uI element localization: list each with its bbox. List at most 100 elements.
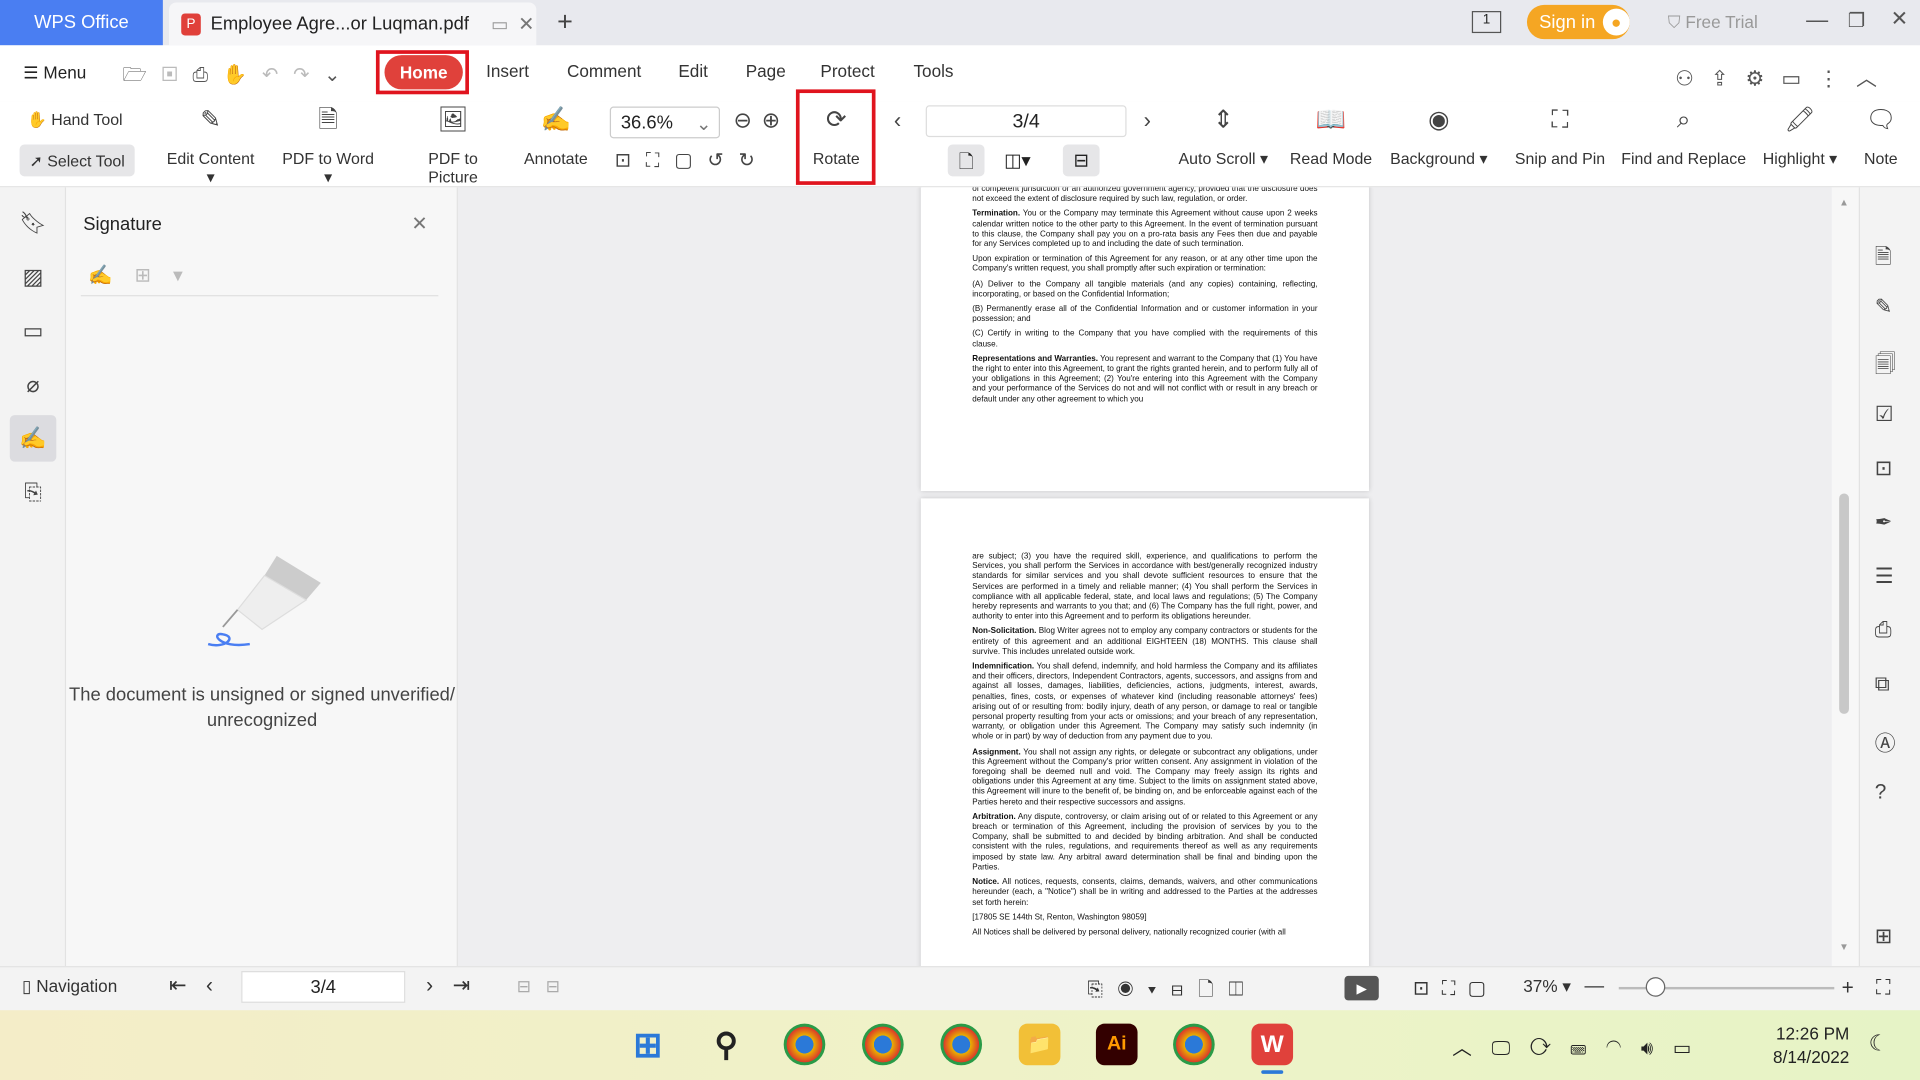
prev-page-icon[interactable]: ‹ [206, 973, 233, 996]
forward-icon[interactable]: ⊟ [546, 976, 575, 996]
fullscreen-icon[interactable]: ⛶ [1876, 976, 1891, 1000]
chrome-icon[interactable] [940, 1023, 983, 1066]
pdf-to-word-button[interactable]: 🗎 PDF to Word ▾ [277, 105, 380, 187]
zoom-out-icon[interactable]: ⊖ [733, 108, 761, 132]
close-window-button[interactable]: ✕ [1891, 7, 1908, 31]
tab-comment[interactable]: Comment [567, 61, 641, 81]
wps-office-icon[interactable]: W [1251, 1023, 1294, 1066]
battery-icon[interactable]: ▭ [1673, 1038, 1711, 1059]
search-text-icon[interactable]: Ⓐ [1875, 726, 1896, 757]
fit-width-icon[interactable]: ▢ [1468, 978, 1499, 999]
outline-icon[interactable]: ☰ [1875, 564, 1894, 588]
tab-wps-office[interactable]: WPS Office [0, 0, 163, 46]
tab-edit[interactable]: Edit [678, 61, 708, 81]
read-mode-button[interactable]: 📖 Read Mode [1288, 105, 1374, 168]
highlight-button[interactable]: 🖍 Highlight ▾ [1758, 105, 1841, 169]
moon-icon[interactable]: ☾ [1869, 1031, 1889, 1057]
note-button[interactable]: 🗨 Note [1856, 105, 1905, 168]
prev-page-icon[interactable]: ‹ [894, 108, 901, 134]
edit-icon[interactable]: ✎ [1875, 295, 1892, 319]
continuous-icon[interactable]: ⊟ [1171, 980, 1198, 1001]
grid-icon[interactable]: ⊞▾ [135, 266, 205, 287]
zoom-in-button[interactable]: + [1842, 976, 1854, 1000]
thumbnail-icon[interactable]: ▨ [10, 253, 57, 300]
clock[interactable]: 12:26 PM 8/14/2022 [1773, 1022, 1849, 1069]
actual-size-icon[interactable]: ⊡ [1413, 978, 1442, 999]
chevron-up-icon[interactable]: ︿ [1452, 1038, 1491, 1059]
single-page-icon[interactable]: 🗋 [947, 144, 985, 177]
tab-home[interactable]: Home [384, 55, 463, 90]
fit-page-icon[interactable]: ⛶ [646, 151, 674, 172]
export-icon[interactable]: ⇪ [1711, 67, 1746, 90]
background-button[interactable]: ◉ Background ▾ [1386, 105, 1491, 169]
save-icon[interactable]: ▣ [161, 65, 192, 86]
next-page-icon[interactable]: › [1144, 108, 1151, 134]
fit-width-icon[interactable]: ▢ [674, 151, 707, 172]
new-tab-button[interactable]: + [557, 6, 573, 38]
attachment-icon[interactable]: ⌀ [10, 361, 57, 408]
print-icon[interactable]: ⎙ [192, 65, 222, 86]
document-icon[interactable]: 🗎 [1875, 241, 1892, 277]
zoom-in-icon[interactable]: ⊕ [762, 108, 790, 132]
compare-icon[interactable]: ⧉ [1875, 672, 1890, 696]
fit-page-icon[interactable]: ⛶ [1442, 978, 1468, 999]
last-page-icon[interactable]: ⇥ [453, 973, 490, 996]
navigation-button[interactable]: ▯ Navigation [22, 976, 117, 997]
rotate-right-icon[interactable]: ↻ [739, 151, 770, 172]
rotate-left-icon[interactable]: ↺ [707, 151, 738, 172]
close-panel-icon[interactable]: ✕ [411, 212, 427, 236]
help-icon[interactable]: ? [1875, 780, 1887, 804]
chrome-icon[interactable] [862, 1023, 904, 1066]
auto-scroll-button[interactable]: ⇕ Auto Scroll ▾ [1176, 105, 1272, 169]
menu-button[interactable]: ☰ Menu [23, 62, 86, 83]
annotate-button[interactable]: ✍ Annotate [519, 105, 592, 168]
tab-document[interactable]: P Employee Agre...or Luqman.pdf ▭ ✕ [168, 2, 537, 46]
scrollbar-thumb[interactable] [1839, 493, 1849, 714]
zoom-slider-handle[interactable] [1645, 977, 1666, 997]
pen-icon[interactable]: ✒ [1875, 511, 1892, 535]
status-zoom-select[interactable]: 37% ▾ [1523, 976, 1571, 997]
play-icon[interactable]: ▶ [1344, 975, 1379, 1001]
two-page-icon[interactable]: ◫ [1228, 980, 1258, 1001]
sign-icon[interactable]: ✍ [88, 266, 134, 287]
collapse-icon[interactable]: ︿ [1856, 67, 1894, 90]
wifi-icon[interactable]: ◠ [1606, 1038, 1641, 1059]
chat-icon[interactable]: ▭ [1781, 67, 1818, 90]
free-trial-button[interactable]: ⛉ Free Trial [1668, 12, 1758, 33]
checklist-icon[interactable]: ☑ [1875, 403, 1894, 427]
eye-icon[interactable]: ◉▾ [1118, 980, 1171, 1001]
tab-insert[interactable]: Insert [486, 61, 529, 81]
close-tab-icon[interactable]: ✕ [518, 12, 534, 36]
continuous-icon[interactable]: ⊟ [1062, 144, 1100, 177]
monitor-icon[interactable]: 🖵 [1491, 1038, 1529, 1059]
ocr-icon[interactable]: ⊡ [1875, 457, 1892, 481]
tab-tools[interactable]: Tools [913, 61, 953, 81]
more-icon[interactable]: ⋮ [1818, 67, 1856, 90]
zoom-select[interactable]: 36.6% ⌄ [609, 106, 721, 139]
export-icon[interactable]: ⎘ [1087, 980, 1117, 1001]
tab-protect[interactable]: Protect [820, 61, 874, 81]
chrome-icon[interactable] [783, 1023, 826, 1066]
rotate-button[interactable]: ⟳ Rotate [802, 105, 871, 168]
illustrator-icon[interactable]: Ai [1095, 1023, 1138, 1066]
search-icon[interactable]: ⚲ [705, 1024, 747, 1066]
edit-content-button[interactable]: ✎ Edit Content ▾ [162, 105, 260, 187]
page-input[interactable]: 3/4 [925, 105, 1127, 138]
tab-page[interactable]: Page [746, 61, 786, 81]
sync-icon[interactable]: ⟳ [1530, 1038, 1571, 1059]
status-page-input[interactable]: 3/4 [241, 971, 406, 1003]
actual-size-icon[interactable]: ⊡ [615, 151, 646, 172]
hand-tool-button[interactable]: ✋ Hand Tool [27, 110, 123, 130]
minimize-button[interactable]: — [1806, 7, 1828, 33]
windows-start-icon[interactable]: ⊞ [627, 1024, 669, 1066]
window-count-badge[interactable]: 1 [1471, 11, 1502, 34]
comment-icon[interactable]: ▭ [10, 307, 57, 354]
vertical-scrollbar[interactable]: ▲ ▼ [1831, 187, 1859, 967]
print-icon[interactable]: ⎙ [1875, 618, 1892, 642]
first-page-icon[interactable]: ⇤ [169, 973, 206, 996]
file-explorer-icon[interactable]: 📁 [1018, 1023, 1061, 1066]
next-page-icon[interactable]: › [426, 973, 453, 996]
apps-icon[interactable]: ⊞ [1875, 924, 1892, 948]
convert-icon[interactable]: 🗐 [1875, 349, 1896, 385]
signature-icon[interactable]: ✍ [9, 415, 57, 462]
